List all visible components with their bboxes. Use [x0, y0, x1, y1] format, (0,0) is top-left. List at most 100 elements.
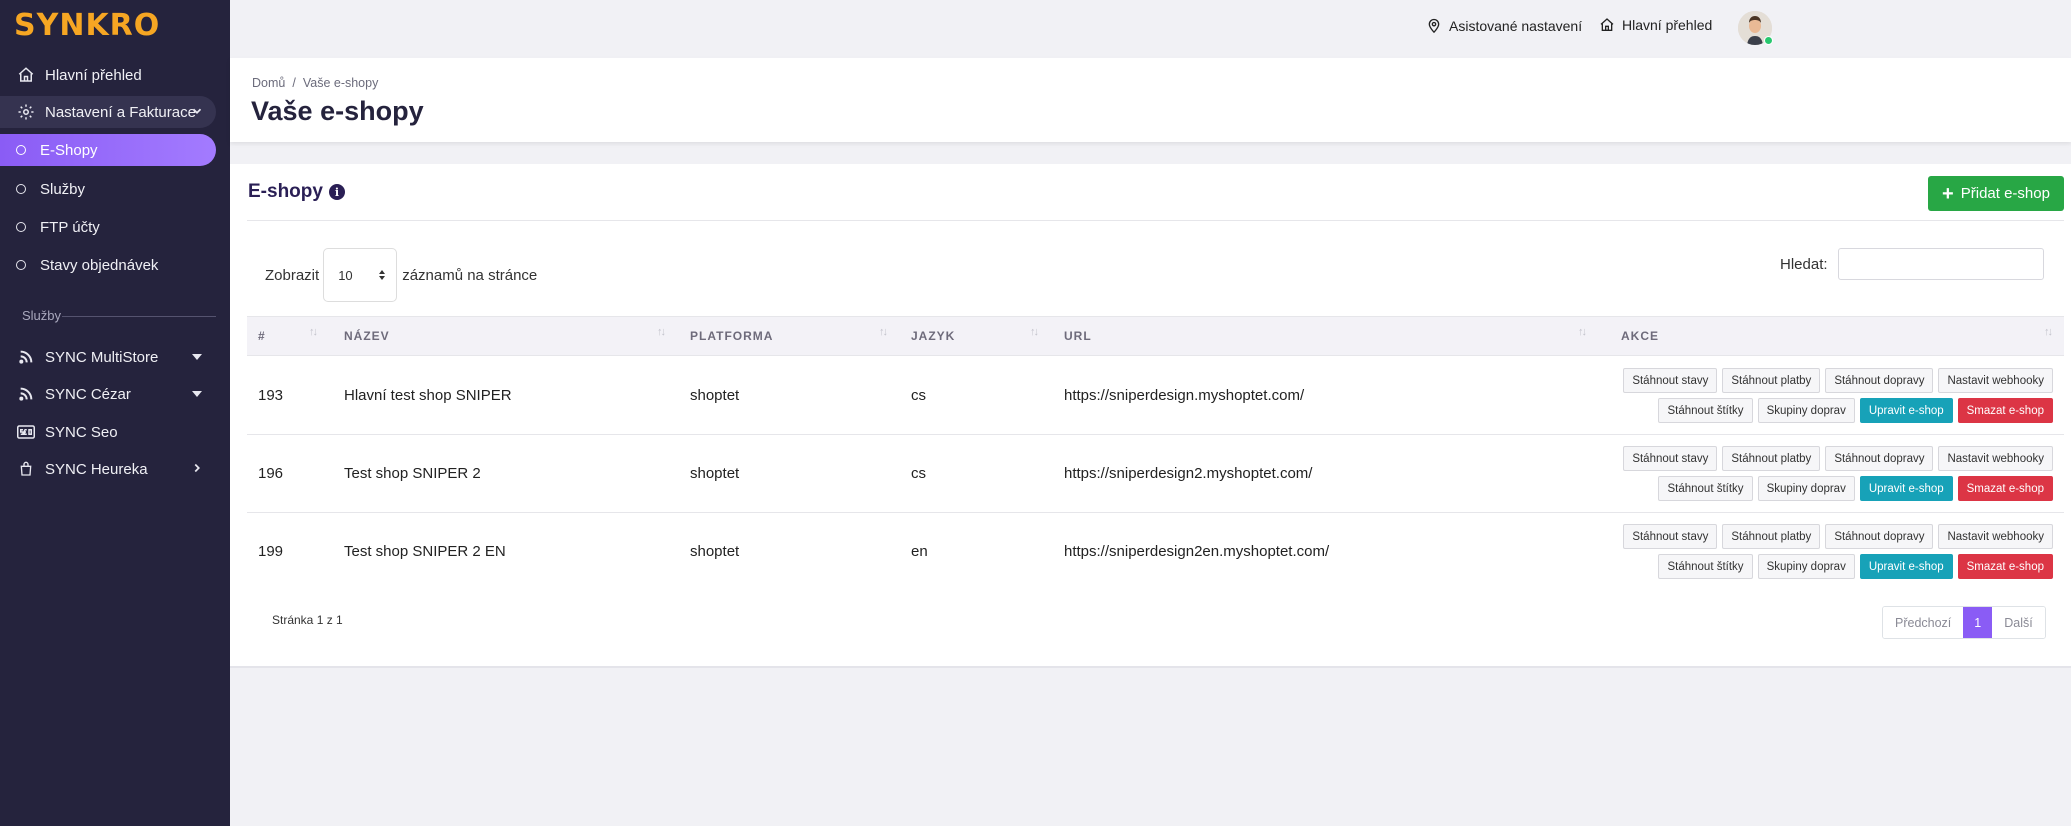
table-row: 193 Hlavní test shop SNIPER shoptet cs h… — [247, 357, 2064, 435]
delete-eshop-button[interactable]: Smazat e-shop — [1957, 398, 2053, 423]
cell-platform: shoptet — [690, 387, 740, 404]
sidebar-item-order-states[interactable]: Stavy objednávek — [0, 249, 216, 281]
sort-icon: ↑↓ — [1030, 326, 1039, 338]
home-icon — [1600, 18, 1614, 31]
bag-icon — [17, 460, 35, 478]
sidebar-item-sync-seo[interactable]: SYNC Seo — [0, 416, 216, 448]
length-prefix: Zobrazit — [265, 266, 320, 284]
caret-down-icon — [192, 354, 202, 360]
download-states-button[interactable]: Stáhnout stavy — [1623, 368, 1718, 393]
column-header-id[interactable]: # — [258, 329, 266, 343]
set-webhooks-button[interactable]: Nastavit webhooky — [1938, 446, 2053, 471]
sidebar-item-services[interactable]: Služby — [0, 173, 216, 205]
rss-icon — [17, 348, 35, 366]
info-icon[interactable]: i — [328, 184, 345, 200]
download-labels-button[interactable]: Stáhnout štítky — [1658, 554, 1753, 579]
circle-icon — [16, 184, 26, 194]
cell-language: cs — [911, 465, 926, 482]
search-input[interactable] — [1837, 248, 2044, 280]
sidebar-item-sync-multistore[interactable]: SYNC MultiStore — [0, 341, 216, 373]
sidebar-item-label: Nastavení a Fakturace — [45, 103, 196, 121]
download-payments-button[interactable]: Stáhnout platby — [1722, 524, 1821, 549]
shipping-groups-button[interactable]: Skupiny doprav — [1757, 398, 1855, 423]
cell-id: 193 — [258, 387, 284, 404]
sidebar-item-dashboard[interactable]: Hlavní přehled — [0, 59, 216, 91]
page-length-value: 10 — [338, 267, 353, 283]
row-actions: Stáhnout stavy Stáhnout platby Stáhnout … — [1623, 524, 2053, 584]
dashboard-link[interactable]: Hlavní přehled — [1599, 17, 1712, 33]
sort-icon: ↑↓ — [879, 326, 888, 338]
sidebar-item-label: Služby — [40, 180, 86, 198]
edit-eshop-button[interactable]: Upravit e-shop — [1859, 398, 1953, 423]
sidebar-item-label: FTP účty — [40, 218, 100, 236]
download-payments-button[interactable]: Stáhnout platby — [1722, 368, 1821, 393]
download-payments-button[interactable]: Stáhnout platby — [1722, 446, 1821, 471]
next-page-button[interactable]: Další — [1992, 607, 2045, 638]
sidebar: SYNKRO Hlavní přehled Nastavení a Faktur… — [0, 0, 230, 826]
cell-url[interactable]: https://sniperdesign2.myshoptet.com/ — [1064, 465, 1312, 482]
edit-eshop-button[interactable]: Upravit e-shop — [1859, 476, 1953, 501]
sidebar-item-label: Hlavní přehled — [45, 66, 142, 84]
gear-icon — [17, 103, 35, 121]
download-labels-button[interactable]: Stáhnout štítky — [1658, 476, 1753, 501]
circle-icon — [16, 222, 26, 232]
shipping-groups-button[interactable]: Skupiny doprav — [1757, 554, 1855, 579]
page-header: Domů / Vaše e-shopy Vaše e-shopy — [230, 58, 2071, 142]
assisted-setup-link[interactable]: Asistované nastavení — [1426, 17, 1582, 34]
delete-eshop-button[interactable]: Smazat e-shop — [1957, 554, 2053, 579]
add-eshop-button[interactable]: + Přidat e-shop — [1928, 176, 2064, 211]
download-states-button[interactable]: Stáhnout stavy — [1623, 446, 1718, 471]
home-icon — [17, 66, 35, 84]
breadcrumb-home[interactable]: Domů — [252, 76, 285, 90]
chevron-right-icon — [190, 461, 204, 479]
delete-eshop-button[interactable]: Smazat e-shop — [1957, 476, 2053, 501]
cell-name: Hlavní test shop SNIPER — [344, 387, 512, 404]
row-actions: Stáhnout stavy Stáhnout platby Stáhnout … — [1623, 368, 2053, 428]
sidebar-item-label: SYNC Cézar — [45, 385, 131, 403]
cell-id: 196 — [258, 465, 284, 482]
cell-id: 199 — [258, 543, 284, 560]
sidebar-item-ftp-accounts[interactable]: FTP účty — [0, 211, 216, 243]
column-header-language[interactable]: JAZYK — [911, 329, 955, 343]
column-header-actions[interactable]: AKCE — [1621, 329, 1659, 343]
length-suffix: záznamů na stránce — [402, 266, 538, 284]
card-title: E-shopy i — [248, 181, 345, 203]
edit-eshop-button[interactable]: Upravit e-shop — [1859, 554, 1953, 579]
sort-icon: ↑↓ — [1578, 326, 1587, 338]
sort-icon: ↑↓ — [657, 326, 666, 338]
eshops-card: E-shopy i + Přidat e-shop Zobrazit 10 zá… — [230, 164, 2071, 668]
breadcrumb-separator: / — [292, 76, 296, 90]
column-header-platform[interactable]: PLATFORMA — [690, 329, 773, 343]
cell-url[interactable]: https://sniperdesign.myshoptet.com/ — [1064, 387, 1304, 404]
cell-url[interactable]: https://sniperdesign2en.myshoptet.com/ — [1064, 543, 1329, 560]
circle-icon — [16, 145, 26, 155]
sidebar-section-divider — [62, 316, 216, 317]
page-length-select[interactable]: 10 — [323, 248, 398, 302]
app-logo[interactable]: SYNKRO — [14, 8, 160, 43]
sidebar-item-eshops[interactable]: E-Shopy — [0, 134, 216, 166]
card-divider — [247, 220, 2064, 221]
download-labels-button[interactable]: Stáhnout štítky — [1658, 398, 1753, 423]
sidebar-item-sync-heureka[interactable]: SYNC Heureka — [0, 453, 216, 485]
set-webhooks-button[interactable]: Nastavit webhooky — [1938, 524, 2053, 549]
page-button-current[interactable]: 1 — [1963, 607, 1993, 638]
download-shipping-button[interactable]: Stáhnout dopravy — [1825, 524, 1934, 549]
download-states-button[interactable]: Stáhnout stavy — [1623, 524, 1718, 549]
pagination-info: Stránka 1 z 1 — [272, 613, 343, 627]
page-length-control: Zobrazit 10 záznamů na stránce — [265, 248, 537, 302]
download-shipping-button[interactable]: Stáhnout dopravy — [1825, 368, 1934, 393]
search-label: Hledat: — [1780, 255, 1828, 273]
cell-name: Test shop SNIPER 2 — [344, 465, 481, 482]
column-header-url[interactable]: URL — [1064, 329, 1092, 343]
row-actions: Stáhnout stavy Stáhnout platby Stáhnout … — [1623, 446, 2053, 506]
shipping-groups-button[interactable]: Skupiny doprav — [1757, 476, 1855, 501]
set-webhooks-button[interactable]: Nastavit webhooky — [1938, 368, 2053, 393]
previous-page-button[interactable]: Předchozí — [1883, 607, 1964, 638]
cell-language: cs — [911, 387, 926, 404]
sidebar-item-settings-billing[interactable]: Nastavení a Fakturace — [0, 96, 216, 128]
sidebar-item-sync-cezar[interactable]: SYNC Cézar — [0, 378, 216, 410]
column-header-name[interactable]: NÁZEV — [344, 329, 390, 343]
add-eshop-label: Přidat e-shop — [1960, 185, 2050, 202]
topbar: Asistované nastavení Hlavní přehled — [230, 0, 2071, 58]
download-shipping-button[interactable]: Stáhnout dopravy — [1825, 446, 1934, 471]
